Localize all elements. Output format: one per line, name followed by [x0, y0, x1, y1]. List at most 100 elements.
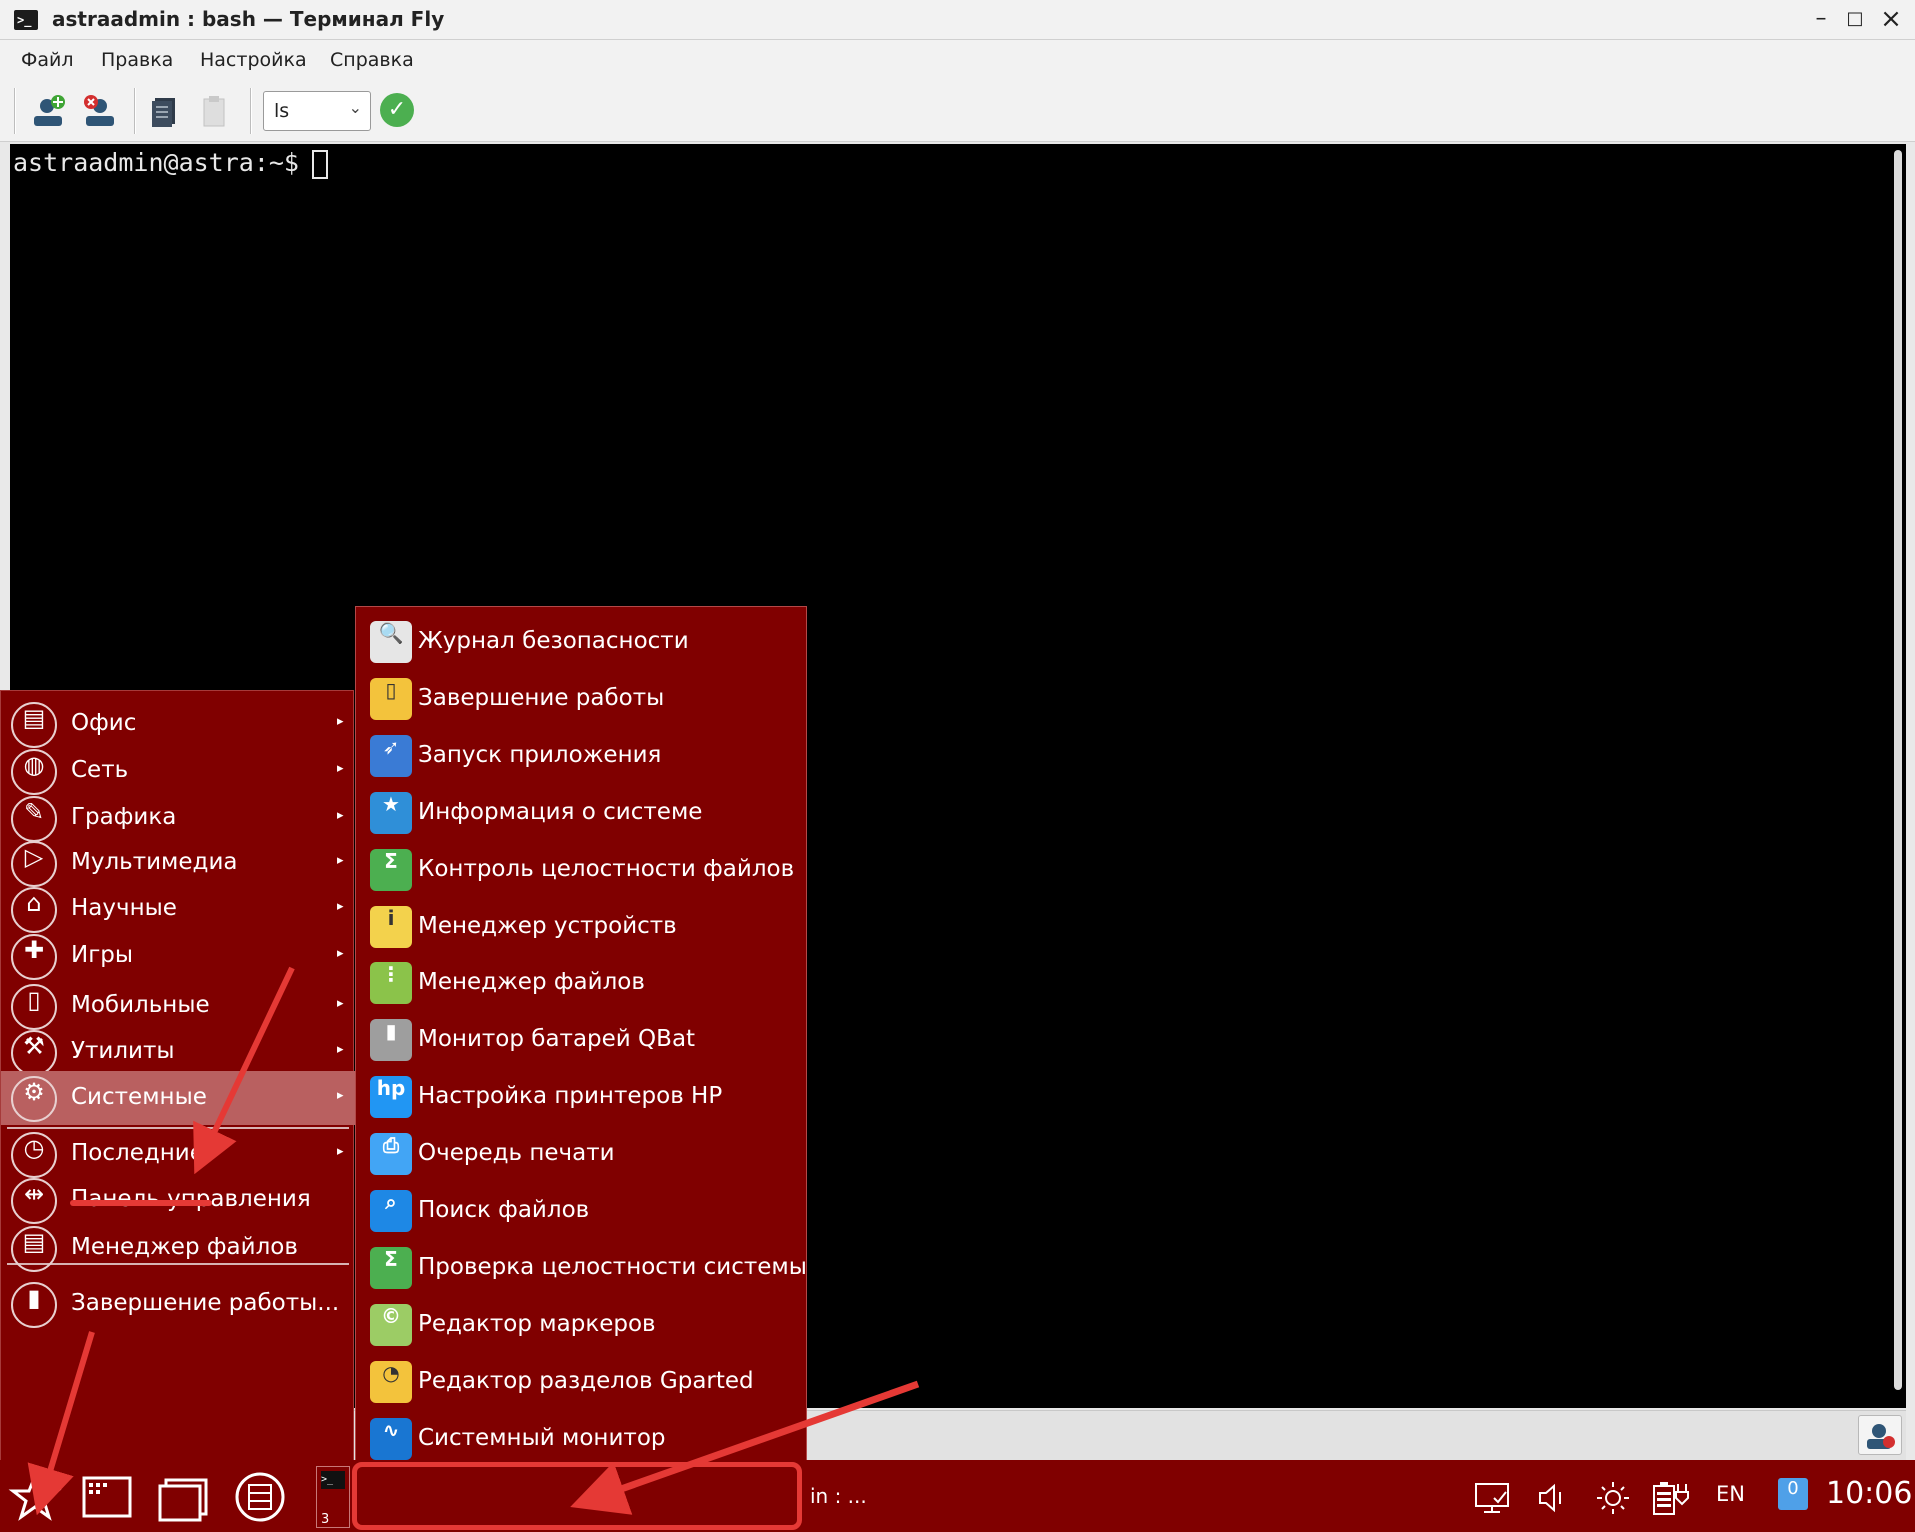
start-menu-item-label: Мультимедиа: [71, 849, 238, 875]
taskbar-window-title[interactable]: in : ...: [810, 1484, 867, 1508]
new-session-button[interactable]: [30, 92, 68, 130]
submenu-item-label: Поиск файлов: [418, 1197, 590, 1223]
close-session-button[interactable]: [80, 92, 118, 130]
submenu-item[interactable]: ⌕ Поиск файлов: [356, 1182, 808, 1238]
gamepad-icon: ✚: [11, 934, 57, 980]
battery-tray[interactable]: [1650, 1478, 1692, 1518]
submenu-item[interactable]: Σ Проверка целостности системы: [356, 1239, 808, 1295]
copy-button[interactable]: [145, 92, 183, 130]
network-monitor-icon: [1475, 1483, 1509, 1513]
submenu-arrow-icon: ▸: [337, 946, 344, 961]
submenu-item[interactable]: i Менеджер устройств: [356, 898, 808, 954]
start-menu-item[interactable]: ▤ Офис ▸: [1, 697, 355, 751]
desktop-pager[interactable]: >_ 3: [316, 1466, 350, 1528]
menu-help[interactable]: Справка: [330, 49, 414, 71]
start-menu-item-label: Утилиты: [71, 1038, 175, 1064]
keyboard-layout[interactable]: EN: [1716, 1482, 1745, 1506]
submenu-item[interactable]: © Редактор маркеров: [356, 1296, 808, 1352]
submenu-item[interactable]: ★ Информация о системе: [356, 784, 808, 840]
office-icon: ▤: [11, 702, 57, 748]
sliders-icon: ⇹: [11, 1178, 57, 1224]
submenu-item[interactable]: ▯ Завершение работы: [356, 670, 808, 726]
rocket-icon: ➶: [370, 734, 412, 777]
menu-edit[interactable]: Правка: [101, 49, 173, 71]
start-menu-item[interactable]: ▤ Менеджер файлов: [1, 1221, 355, 1275]
submenu-item-label: Менеджер устройств: [418, 912, 677, 939]
submenu-item[interactable]: ➶ Запуск приложения: [356, 727, 808, 783]
submenu-item[interactable]: ▮ Монитор батарей QBat: [356, 1011, 808, 1067]
minimize-button[interactable]: –: [1806, 4, 1836, 34]
wrench-icon: ⚒: [11, 1030, 57, 1076]
graduation-cap-icon: ⌂: [11, 887, 57, 933]
multimedia-icon: ▷: [11, 841, 57, 887]
paste-icon: [203, 96, 225, 127]
menubar: Файл Правка Настройка Справка: [0, 40, 1915, 80]
maximize-button[interactable]: □: [1840, 4, 1870, 34]
file-manager-button[interactable]: [233, 1470, 287, 1522]
paste-button[interactable]: [195, 92, 233, 130]
terminal-app-icon: >_: [14, 10, 38, 30]
file-cabinet-icon: ⋮: [370, 962, 412, 1005]
start-menu-item[interactable]: ⇹ Панель управления: [1, 1173, 355, 1227]
network-tray[interactable]: [1472, 1478, 1514, 1518]
volume-tray[interactable]: [1532, 1478, 1574, 1518]
session-user-icon[interactable]: [1858, 1415, 1902, 1455]
start-menu-item-label: Научные: [71, 895, 177, 921]
submenu-item[interactable]: Σ Контроль целостности файлов: [356, 841, 808, 897]
menu-settings[interactable]: Настройка: [200, 49, 307, 71]
window-titlebar: >_ astraadmin : bash — Терминал Fly – □ …: [0, 0, 1915, 40]
close-button[interactable]: ×: [1876, 4, 1906, 34]
battery-icon: ▮: [370, 1019, 412, 1062]
command-select[interactable]: ls ⌄: [263, 91, 371, 131]
start-menu-item[interactable]: ▮ Завершение работы...: [1, 1277, 355, 1331]
start-menu-item-label: Мобильные: [71, 992, 210, 1018]
start-menu-item-label: Графика: [71, 804, 177, 830]
hp-printer-icon: hp: [370, 1076, 412, 1119]
app-grid-icon: [82, 1476, 132, 1518]
app-grid-button[interactable]: [80, 1470, 134, 1522]
add-user-icon: [34, 95, 65, 126]
globe-icon: ◍: [11, 749, 57, 795]
start-button[interactable]: [8, 1470, 62, 1522]
file-cabinet-icon: [235, 1472, 285, 1522]
windows-icon: [158, 1478, 208, 1522]
monitor-pulse-icon: ∿: [370, 1417, 412, 1460]
disk-icon: ◔: [370, 1360, 412, 1403]
submenu-item[interactable]: 🔍 Журнал безопасности: [356, 613, 808, 669]
sun-icon: [1597, 1482, 1629, 1514]
toolbar: ls ⌄ ✓: [0, 80, 1915, 142]
start-menu-item[interactable]: ✚ Игры ▸: [1, 929, 355, 983]
speaker-icon: [1539, 1483, 1561, 1513]
submenu-item[interactable]: ∿ Системный монитор: [356, 1410, 808, 1466]
submenu-item[interactable]: hp Настройка принтеров HP: [356, 1068, 808, 1124]
file-cabinet-icon: ▤: [11, 1226, 57, 1272]
notification-badge[interactable]: 0: [1778, 1478, 1808, 1510]
submenu-arrow-icon: ▸: [337, 853, 344, 868]
submenu-item[interactable]: ⎙ Очередь печати: [356, 1125, 808, 1181]
submenu-item-label: Проверка целостности системы: [418, 1253, 807, 1280]
system-submenu: 🔍 Журнал безопасности ▯ Завершение работы ➶ З…: [355, 606, 808, 1532]
clock[interactable]: 10:06: [1826, 1476, 1912, 1511]
submenu-item-label: Редактор разделов Gparted: [418, 1367, 754, 1394]
window-title: astraadmin : bash — Терминал Fly: [52, 7, 445, 31]
submenu-item[interactable]: ⋮ Менеджер файлов: [356, 954, 808, 1010]
door-icon: ▮: [11, 1282, 57, 1328]
start-menu-item[interactable]: ⌂ Научные ▸: [1, 882, 355, 936]
terminal-scrollbar[interactable]: [1894, 150, 1902, 1390]
start-menu-item[interactable]: ◍ Сеть ▸: [1, 744, 355, 798]
menu-file[interactable]: Файл: [21, 49, 74, 71]
marker-editor-icon: ©: [370, 1303, 412, 1346]
window-switcher-button[interactable]: [156, 1470, 210, 1522]
submenu-item[interactable]: ◔ Редактор разделов Gparted: [356, 1353, 808, 1409]
checkmark-icon: ✓: [387, 97, 407, 122]
brightness-tray[interactable]: [1592, 1478, 1634, 1518]
submenu-item-label: Журнал безопасности: [418, 628, 689, 654]
clock-icon: ◷: [11, 1132, 57, 1178]
terminal-icon: >_: [321, 1471, 345, 1489]
submenu-item-label: Системный монитор: [418, 1424, 666, 1451]
star-icon: [8, 1471, 62, 1521]
submenu-arrow-icon: ▸: [337, 761, 344, 776]
run-command-button[interactable]: ✓: [380, 93, 414, 127]
start-menu-item[interactable]: ⚙ Системные ▸: [1, 1071, 355, 1125]
submenu-arrow-icon: ▸: [337, 714, 344, 729]
